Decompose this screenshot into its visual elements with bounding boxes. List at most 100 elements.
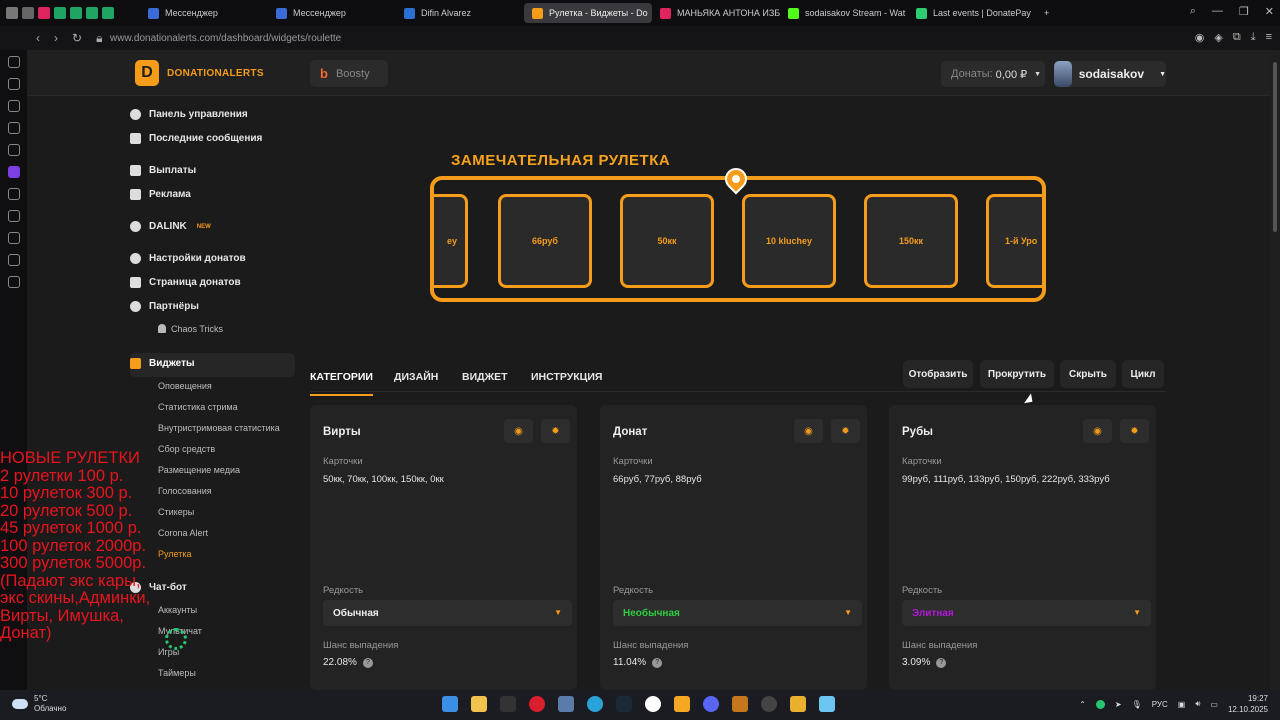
close-icon[interactable]: ✕ xyxy=(1265,5,1274,18)
status-dot-icon[interactable] xyxy=(1095,699,1105,709)
pinned-tab-icon[interactable] xyxy=(38,7,50,19)
tab-instruction[interactable]: ИНСТРУКЦИЯ xyxy=(531,371,602,383)
rarity-select[interactable]: Необычная ▼ xyxy=(613,600,862,626)
twitch-icon[interactable] xyxy=(7,166,20,178)
sidebar-sub-item[interactable]: Стикеры xyxy=(158,507,194,517)
user-menu[interactable]: sodaisakov ▼ xyxy=(1054,61,1166,87)
help-icon[interactable]: ? xyxy=(362,657,373,668)
sidebar-sub-item[interactable]: Таймеры xyxy=(158,668,196,678)
settings-icon[interactable] xyxy=(7,276,20,288)
download-icon[interactable]: ⤓ xyxy=(1251,31,1256,44)
pin-icon[interactable] xyxy=(7,210,20,222)
sidebar-item-widgets[interactable]: Виджеты xyxy=(130,358,195,369)
browser-tab[interactable]: Difin Alvarez xyxy=(396,3,524,23)
sheets-icon[interactable] xyxy=(54,7,66,19)
search-icon[interactable]: ⌕ xyxy=(1190,5,1196,18)
sidebar-item-messages[interactable]: Последние сообщения xyxy=(130,133,262,144)
sidebar-item-donation-settings[interactable]: Настройки донатов xyxy=(130,253,246,264)
browser-tab[interactable]: МАНЬЯКА АНТОНА ИЗБ xyxy=(652,3,780,23)
obs-icon[interactable] xyxy=(761,696,777,712)
microphone-icon[interactable]: 🎙︎ xyxy=(1132,700,1142,709)
app-icon[interactable] xyxy=(500,696,516,712)
sidebar-sub-item[interactable]: Голосования xyxy=(158,486,212,496)
sidebar-item-dashboard[interactable]: Панель управления xyxy=(130,109,248,120)
clock[interactable]: 19:27 12.10.2025 xyxy=(1228,693,1268,715)
language-indicator[interactable]: РУС xyxy=(1152,700,1168,709)
extension-icon[interactable]: ◈ xyxy=(1214,31,1222,44)
logo[interactable]: D DONATIONALERTS xyxy=(135,60,264,86)
app-icon[interactable] xyxy=(790,696,806,712)
menu-icon[interactable]: ≡ xyxy=(1266,31,1272,44)
spin-button[interactable]: Прокрутить xyxy=(980,360,1054,388)
sidebar-item-donation-page[interactable]: Страница донатов xyxy=(130,277,241,288)
steam-icon[interactable] xyxy=(616,696,632,712)
new-tab-button[interactable]: + xyxy=(1036,3,1060,23)
gear-icon[interactable]: ✹ xyxy=(1120,419,1149,443)
opera-menu-icon[interactable] xyxy=(6,7,18,19)
tab-design[interactable]: ДИЗАЙН xyxy=(394,371,438,383)
page-scrollbar[interactable] xyxy=(1270,50,1280,690)
m-icon[interactable] xyxy=(7,122,20,134)
eye-icon[interactable]: ◉ xyxy=(504,419,533,443)
sidebar-item-partners[interactable]: Партнёры xyxy=(130,301,199,312)
sheets-icon[interactable] xyxy=(102,7,114,19)
restore-icon[interactable]: ❐ xyxy=(1239,5,1249,18)
gear-icon[interactable]: ✹ xyxy=(831,419,860,443)
browser-tab[interactable]: Last events | DonatePay xyxy=(908,3,1036,23)
tab-widget[interactable]: ВИДЖЕТ xyxy=(462,371,508,383)
rarity-select[interactable]: Обычная ▼ xyxy=(323,600,572,626)
telegram-tray-icon[interactable]: ➤ xyxy=(1115,700,1122,709)
history-icon[interactable] xyxy=(7,232,20,244)
sidebar-sub-item-roulette[interactable]: Рулетка xyxy=(158,549,192,559)
browser-tab[interactable]: sodaisakov Stream - Wat xyxy=(780,3,908,23)
sidebar-item-payouts[interactable]: Выплаты xyxy=(130,165,196,176)
app-icon[interactable] xyxy=(674,696,690,712)
image-icon[interactable] xyxy=(7,100,20,112)
bookmark-icon[interactable] xyxy=(7,78,20,90)
gamepad-icon[interactable] xyxy=(22,7,34,19)
browser-tab[interactable]: Мессенджер xyxy=(140,3,268,23)
boosty-button[interactable]: b Boosty xyxy=(310,60,388,87)
eye-icon[interactable]: ◉ xyxy=(1083,419,1112,443)
game-icon[interactable] xyxy=(732,696,748,712)
box-icon[interactable] xyxy=(7,254,20,266)
back-icon[interactable]: ‹ xyxy=(36,31,40,46)
help-icon[interactable]: ? xyxy=(652,657,663,668)
sidebar-item-dalink[interactable]: DALINK NEW xyxy=(130,221,211,232)
minimize-icon[interactable]: — xyxy=(1212,5,1223,18)
telegram-icon[interactable] xyxy=(587,696,603,712)
battery-icon[interactable]: ▭ xyxy=(1210,700,1218,709)
start-icon[interactable] xyxy=(442,696,458,712)
arrow-icon[interactable] xyxy=(7,144,20,156)
app-icon[interactable] xyxy=(558,696,574,712)
url-field[interactable]: www.donationalerts.com/dashboard/widgets… xyxy=(110,33,341,44)
show-button[interactable]: Отобразить xyxy=(903,360,973,388)
reload-icon[interactable]: ↻ xyxy=(72,31,82,46)
sidebar-sub-item[interactable]: Оповещения xyxy=(158,381,212,391)
discord-icon[interactable] xyxy=(703,696,719,712)
eye-icon[interactable]: ◉ xyxy=(794,419,823,443)
scrollbar-thumb[interactable] xyxy=(1273,62,1277,232)
sidebar-sub-item[interactable]: Corona Alert xyxy=(158,528,208,538)
sheets-icon[interactable] xyxy=(70,7,82,19)
puzzle-icon[interactable]: ⧉ xyxy=(1233,31,1241,44)
notes-icon[interactable] xyxy=(7,188,20,200)
explorer-icon[interactable] xyxy=(471,696,487,712)
forward-icon[interactable]: › xyxy=(54,31,58,46)
sidebar-sub-item[interactable]: Статистика стрима xyxy=(158,402,238,412)
help-icon[interactable]: ? xyxy=(936,657,947,668)
sheets-icon[interactable] xyxy=(86,7,98,19)
yandex-icon[interactable] xyxy=(645,696,661,712)
notepad-icon[interactable] xyxy=(819,696,835,712)
aria-icon[interactable] xyxy=(7,56,20,68)
sidebar-sub-item[interactable]: Сбор средств xyxy=(158,444,215,454)
chevron-up-icon[interactable]: ⌃ xyxy=(1079,700,1086,709)
donats-balance[interactable]: Донаты: 0,00 ₽ ▼ xyxy=(941,61,1045,87)
browser-tab[interactable]: Мессенджер xyxy=(268,3,396,23)
browser-tab-active[interactable]: Рулетка - Виджеты - Do xyxy=(524,3,652,23)
sidebar-sub-item[interactable]: Внутристримовая статистика xyxy=(158,423,280,433)
rarity-select[interactable]: Элитная ▼ xyxy=(902,600,1151,626)
sidebar-item-ads[interactable]: Реклама xyxy=(130,189,191,200)
gear-icon[interactable]: ✹ xyxy=(541,419,570,443)
network-icon[interactable]: ▣ xyxy=(1178,700,1186,709)
